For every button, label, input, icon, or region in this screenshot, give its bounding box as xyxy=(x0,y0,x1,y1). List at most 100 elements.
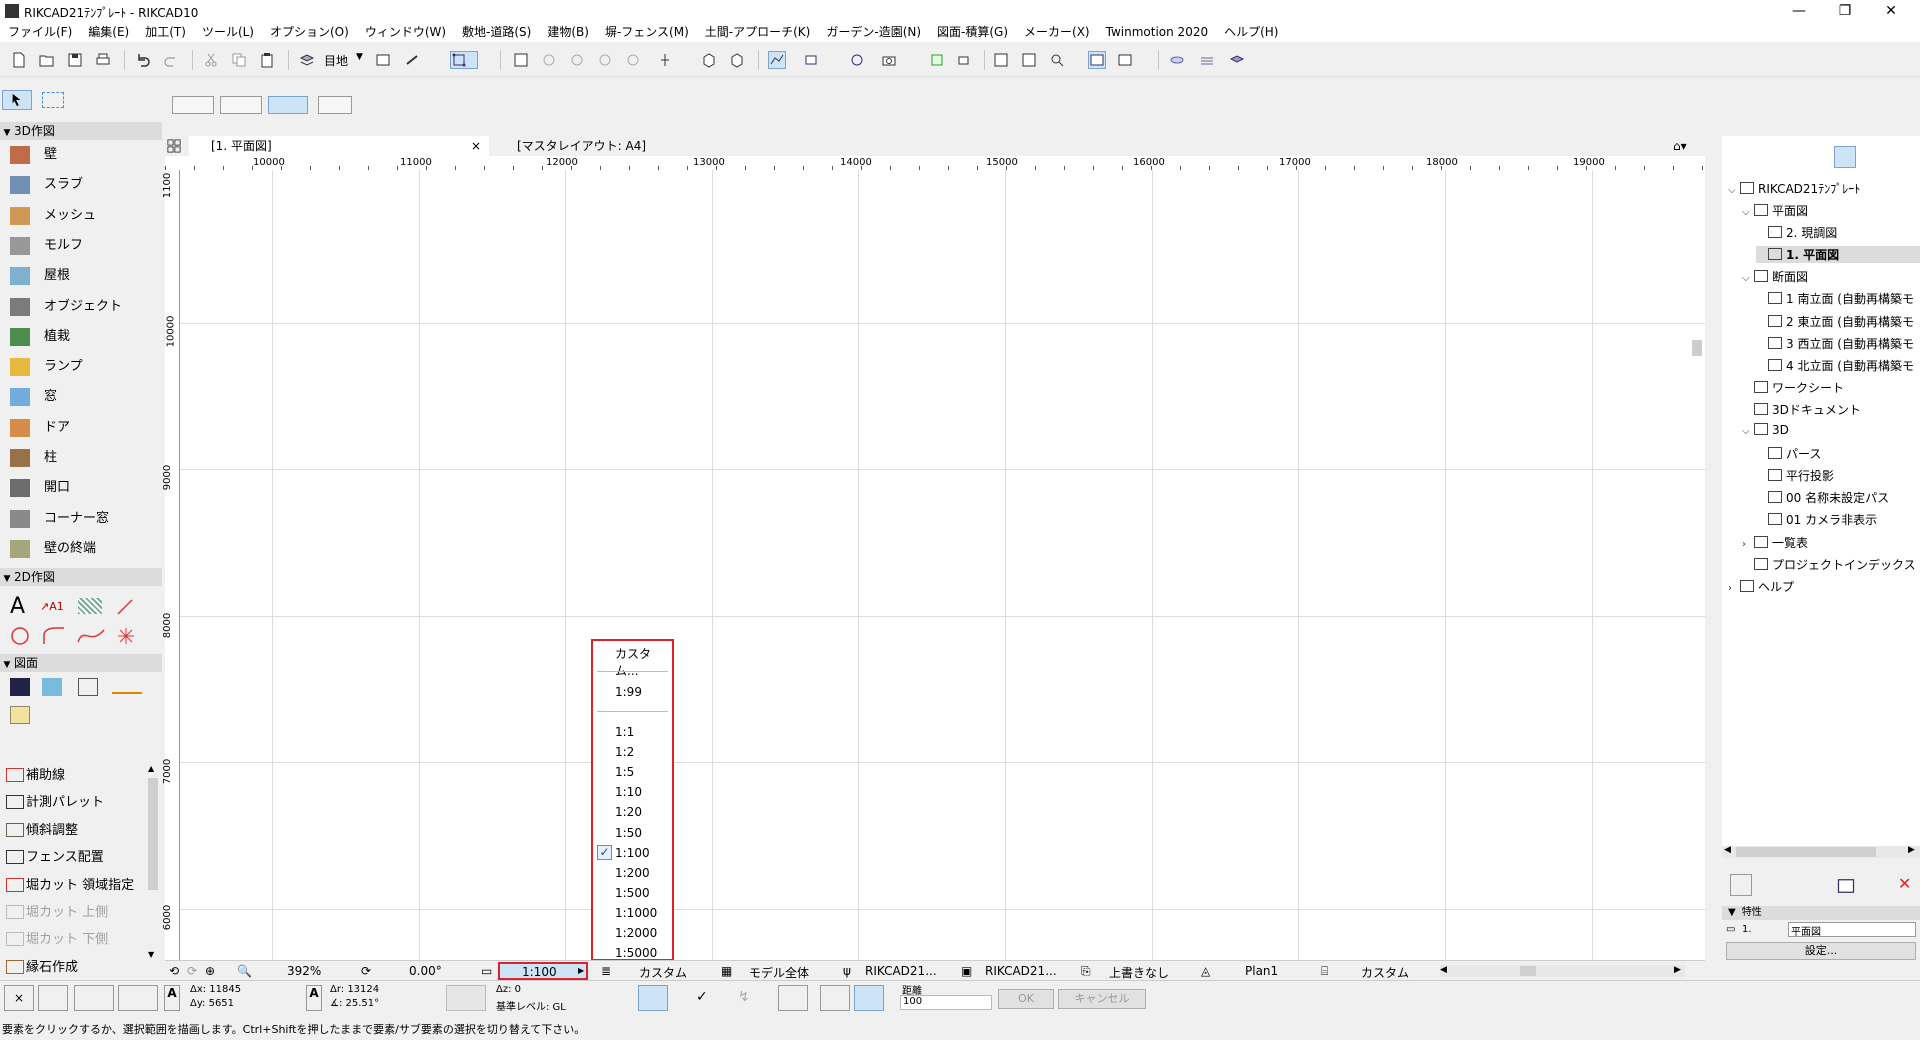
tool-slab[interactable]: スラブ xyxy=(8,172,158,198)
polyline-tool-icon[interactable] xyxy=(42,626,66,646)
grid-snap-icon[interactable] xyxy=(450,51,478,69)
section-mark-icon[interactable] xyxy=(112,682,142,694)
zoom-value[interactable]: 392% xyxy=(287,964,321,978)
scale-option[interactable]: 1:2 xyxy=(615,745,634,759)
tool-window[interactable]: 窓 xyxy=(8,384,158,410)
estimate-icon[interactable] xyxy=(1020,51,1038,69)
tree-item[interactable]: › ヘルプ xyxy=(1728,578,1794,595)
text-tool-icon[interactable]: A xyxy=(10,594,25,619)
scale-option-custom[interactable]: カスタム... xyxy=(615,645,672,679)
tool-tree[interactable]: 植栽 xyxy=(8,324,158,350)
menu-item-11[interactable]: 図面-積算(G) xyxy=(929,22,1016,42)
tree-item[interactable]: パース xyxy=(1756,445,1821,462)
orbit-icon[interactable] xyxy=(540,51,558,69)
print-icon[interactable] xyxy=(94,51,112,69)
tab-grid-icon[interactable] xyxy=(167,136,183,156)
tree-item[interactable]: ワークシート xyxy=(1742,379,1844,396)
maximize-button[interactable]: ❐ xyxy=(1822,0,1868,22)
zoom-icon[interactable] xyxy=(1048,51,1066,69)
scale-option[interactable]: 1:100 xyxy=(615,846,650,860)
calculator-icon[interactable] xyxy=(992,51,1010,69)
menu-item-0[interactable]: ファイル(F) xyxy=(0,22,80,42)
redo-zoom-icon[interactable]: ⟳ xyxy=(187,964,197,978)
geometry-method-icon[interactable] xyxy=(638,985,668,1011)
tool-fence-place[interactable]: フェンス配置 xyxy=(4,844,154,871)
layer-combination-value[interactable]: RIKCAD21... xyxy=(865,964,937,978)
props-name-input[interactable]: 平面図 xyxy=(1788,922,1916,938)
walk-icon[interactable] xyxy=(596,51,614,69)
tool-corner-window[interactable]: コーナー窓 xyxy=(8,506,158,532)
tool-wall[interactable]: 壁 xyxy=(8,142,158,168)
video-icon[interactable] xyxy=(956,51,974,69)
tab-floor-plan[interactable]: [1. 平面図] × xyxy=(189,136,489,156)
fly-icon[interactable] xyxy=(568,51,586,69)
project-map-icon[interactable] xyxy=(1834,146,1856,168)
menu-item-13[interactable]: Twinmotion 2020 xyxy=(1098,22,1216,42)
tree-item[interactable]: プロジェクトインデックス xyxy=(1742,556,1916,573)
structure-value[interactable]: カスタム xyxy=(1361,964,1409,981)
circle-tool-icon[interactable] xyxy=(10,626,30,646)
menu-item-6[interactable]: 敷地-道路(S) xyxy=(454,22,539,42)
menu-item-9[interactable]: 土間-アプローチ(K) xyxy=(697,22,819,42)
layer-settings-icon[interactable] xyxy=(298,51,316,69)
selection-area-button[interactable] xyxy=(220,96,262,114)
scale-option[interactable]: 1:10 xyxy=(615,785,642,799)
tree-root[interactable]: ⌵ RIKCAD21ﾃﾝﾌﾟﾚｰﾄ xyxy=(1728,180,1860,197)
check-icon[interactable]: ✓ xyxy=(696,989,708,1005)
angle-value[interactable]: 0.00° xyxy=(409,964,442,978)
scale-option[interactable]: 1:1000 xyxy=(615,906,657,920)
canvas-scroll-thumb[interactable] xyxy=(1692,340,1702,356)
magic-wand-icon[interactable] xyxy=(820,985,850,1011)
scale-option[interactable]: 1:5000 xyxy=(615,946,657,960)
tool-wall-end[interactable]: 壁の終端 xyxy=(8,536,158,562)
dimension-standard-value[interactable]: RIKCAD21... xyxy=(985,964,1057,978)
horizontal-scrollbar[interactable]: ◀ ▶ xyxy=(1440,965,1685,977)
dz-value[interactable]: Δz: 0 xyxy=(496,984,521,995)
tool-excavation-bottom[interactable]: 堀カット 下側 xyxy=(4,926,154,953)
tool-curb-create[interactable]: 縁石作成 xyxy=(4,954,154,981)
line-tool-icon[interactable] xyxy=(116,598,134,616)
chevron-icon[interactable]: › xyxy=(1742,539,1754,550)
undo-zoom-icon[interactable]: ⟲ xyxy=(169,964,179,978)
navigator-hscroll[interactable]: ◀ ▶ xyxy=(1722,845,1920,858)
chevron-icon[interactable]: ⌵ xyxy=(1742,273,1754,284)
new-view-icon[interactable] xyxy=(1836,876,1856,894)
zoom-in-icon[interactable]: ⊕ xyxy=(205,964,215,978)
menu-item-10[interactable]: ガーデン-造園(N) xyxy=(818,22,929,42)
model-view-value[interactable]: モデル全体 xyxy=(749,964,809,981)
chevron-icon[interactable]: ⌵ xyxy=(1742,207,1754,218)
save-icon[interactable] xyxy=(66,51,84,69)
props-id[interactable]: 1. xyxy=(1742,924,1752,935)
zoom-menu-icon[interactable]: 🔍 xyxy=(237,964,252,978)
tree-item[interactable]: › 一覧表 xyxy=(1742,534,1808,551)
reference-level[interactable]: 基準レベル: GL xyxy=(496,998,566,1013)
distance-input[interactable]: 100 xyxy=(900,995,992,1010)
menu-item-1[interactable]: 編集(E) xyxy=(80,22,137,42)
tree-item[interactable]: 00 名称未設定パス xyxy=(1756,489,1889,506)
camera-icon[interactable] xyxy=(880,51,898,69)
window-cascade-icon[interactable] xyxy=(1116,51,1134,69)
dy-value[interactable]: Δy: 5651 xyxy=(190,998,234,1009)
section-icon[interactable] xyxy=(802,51,820,69)
marquee-button[interactable] xyxy=(42,92,64,108)
scale-combo[interactable]: 1:100 ▶ xyxy=(498,962,588,980)
tool-excavation-top[interactable]: 堀カット 上側 xyxy=(4,899,154,926)
chevron-icon[interactable]: ⌵ xyxy=(1742,426,1754,437)
tool-excavation-area[interactable]: 堀カット 領域指定 xyxy=(4,872,154,899)
explore-icon[interactable] xyxy=(624,51,642,69)
view-options-icon[interactable]: ⌂▾ xyxy=(1673,136,1713,156)
scale-option[interactable]: 1:500 xyxy=(615,886,650,900)
pen-icon[interactable] xyxy=(404,51,422,69)
absolute-coord-icon[interactable]: A xyxy=(164,985,180,1011)
menu-item-14[interactable]: ヘルプ(H) xyxy=(1216,22,1286,42)
tool-measure-palette[interactable]: 計測パレット xyxy=(4,789,154,816)
group-2d-header[interactable]: ▼ 2D作図 xyxy=(0,568,162,586)
tree-item[interactable]: 2. 現調図 xyxy=(1756,224,1837,241)
paste-icon[interactable] xyxy=(258,51,276,69)
point-mode-icon[interactable] xyxy=(118,985,158,1011)
tree-item[interactable]: 1 南立面 (自動再構築モ xyxy=(1756,290,1914,307)
offset-icon[interactable] xyxy=(778,985,808,1011)
tab-master-layout[interactable]: [マスタレイアウト: A4] xyxy=(491,136,791,156)
undo-icon[interactable] xyxy=(134,51,152,69)
arrow-select-button[interactable] xyxy=(2,90,32,110)
